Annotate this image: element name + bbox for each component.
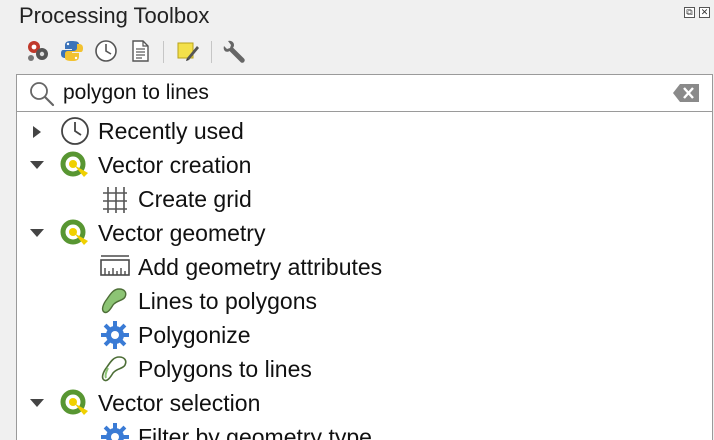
grid-icon <box>103 187 127 213</box>
tree-algorithm-create-grid[interactable]: Create grid <box>17 182 712 216</box>
tree-item-label: Polygons to lines <box>138 356 312 382</box>
collapse-arrow-icon[interactable] <box>29 159 45 171</box>
results-viewer-button[interactable] <box>126 37 154 65</box>
tree-algorithm-lines-to-polygons[interactable]: Lines to polygons <box>17 284 712 318</box>
search-box <box>16 74 713 112</box>
clock-icon <box>61 117 89 145</box>
expand-arrow-icon[interactable] <box>31 125 43 139</box>
ruler-icon <box>100 255 130 276</box>
clear-search-icon[interactable] <box>672 83 700 103</box>
toolbar-separator <box>211 41 212 63</box>
tree-group-vector-geometry[interactable]: Vector geometry <box>17 216 712 250</box>
history-button[interactable] <box>92 37 120 65</box>
qgis-logo-icon <box>60 389 88 415</box>
panel-titlebar: Processing Toolbox ⧉ ✕ <box>0 0 714 32</box>
close-panel-button[interactable]: ✕ <box>699 7 710 18</box>
tree-algorithm-add-geometry-attributes[interactable]: Add geometry attributes <box>17 250 712 284</box>
models-icon <box>28 41 48 61</box>
tree-item-label: Create grid <box>138 186 252 212</box>
gear-icon <box>101 423 129 440</box>
tree-algorithm-polygons-to-lines[interactable]: Polygons to lines <box>17 352 712 386</box>
tree-item-label: Add geometry attributes <box>138 254 383 280</box>
tree-item-label: Vector creation <box>98 152 252 178</box>
tree-algorithm-polygonize[interactable]: Polygonize <box>17 318 712 352</box>
models-button[interactable] <box>24 37 52 65</box>
tree-item-label: Filter by geometry type <box>138 424 372 440</box>
tree-item-label: Lines to polygons <box>138 288 318 314</box>
tree-item-label: Recently used <box>98 118 244 144</box>
tree-group-vector-selection[interactable]: Vector selection <box>17 386 712 420</box>
float-panel-button[interactable]: ⧉ <box>684 7 695 18</box>
polygon-shape-icon <box>101 288 127 314</box>
edit-features-in-place-button[interactable] <box>174 37 202 65</box>
tree-item-label: Vector geometry <box>98 220 266 246</box>
edit-features-in-place-icon <box>177 42 199 61</box>
toolbar-separator <box>163 41 164 63</box>
toolbox-toolbar <box>0 34 714 68</box>
python-button[interactable] <box>58 37 86 65</box>
tree-group-recently-used[interactable]: Recently used <box>17 114 712 148</box>
qgis-logo-icon <box>60 219 88 245</box>
gear-icon <box>101 321 129 349</box>
history-icon <box>95 40 117 62</box>
collapse-arrow-icon[interactable] <box>29 227 45 239</box>
results-viewer-icon <box>132 40 149 62</box>
qgis-logo-icon <box>60 151 88 177</box>
algorithm-tree: Recently used Vector creation Create gri… <box>16 112 713 440</box>
python-icon <box>61 41 83 61</box>
search-icon <box>30 82 55 107</box>
tree-item-label: Vector selection <box>98 390 261 416</box>
tree-group-vector-creation[interactable]: Vector creation <box>17 148 712 182</box>
tree-item-label: Polygonize <box>138 322 251 348</box>
polygon-outline-icon <box>101 356 127 382</box>
panel-title: Processing Toolbox <box>19 3 210 28</box>
tree-algorithm-filter-by-geometry-type[interactable]: Filter by geometry type <box>17 420 712 440</box>
options-button[interactable] <box>222 37 250 65</box>
options-icon <box>223 40 245 63</box>
collapse-arrow-icon[interactable] <box>29 397 45 409</box>
search-input[interactable] <box>63 79 663 107</box>
